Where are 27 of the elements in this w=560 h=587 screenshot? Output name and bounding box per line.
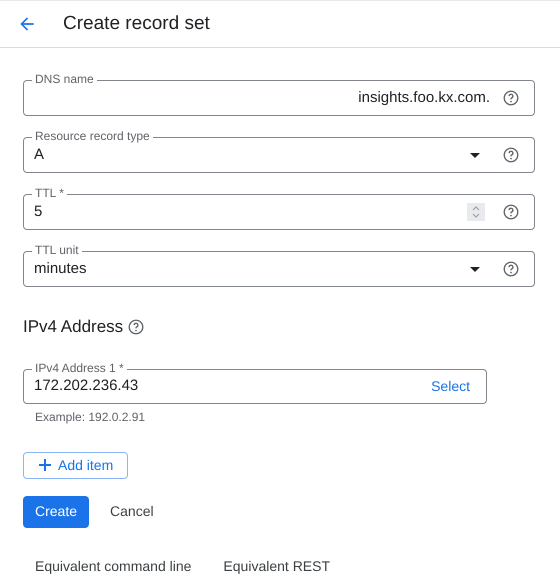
field-value: A: [33, 144, 46, 165]
select-button[interactable]: Select: [431, 376, 470, 396]
link[interactable]: Equivalent REST: [223, 556, 330, 576]
help-icon[interactable]: [502, 89, 520, 107]
link[interactable]: Equivalent command line: [35, 556, 192, 576]
field-value: 172.202.236.43: [33, 376, 140, 396]
cancel-button[interactable]: Cancel: [101, 496, 163, 528]
help-icon[interactable]: [502, 260, 520, 278]
create-button[interactable]: Create: [23, 496, 90, 528]
add-item-button[interactable]: Add item: [23, 452, 128, 478]
help-icon[interactable]: [502, 203, 520, 221]
field-label: IPv4 Address 1 *: [32, 362, 127, 374]
field-value: minutes: [33, 258, 88, 279]
page-title: Create record set: [63, 12, 210, 36]
plus-icon: [38, 458, 52, 472]
field-label: TTL unit: [32, 244, 82, 256]
section-heading: IPv4 Address: [23, 316, 124, 338]
help-icon[interactable]: [502, 146, 520, 164]
hint-text: Example: 192.0.2.91: [34, 408, 146, 426]
dropdown-caret-icon: [470, 266, 480, 272]
help-icon[interactable]: [127, 318, 146, 336]
field-value: 5: [33, 202, 44, 222]
field-label: Resource record type: [32, 130, 153, 142]
field-label: DNS name: [32, 73, 97, 85]
field-value: insights.foo.kx.com.: [357, 88, 490, 108]
dropdown-caret-icon: [470, 152, 480, 158]
field-label: TTL *: [32, 187, 67, 199]
